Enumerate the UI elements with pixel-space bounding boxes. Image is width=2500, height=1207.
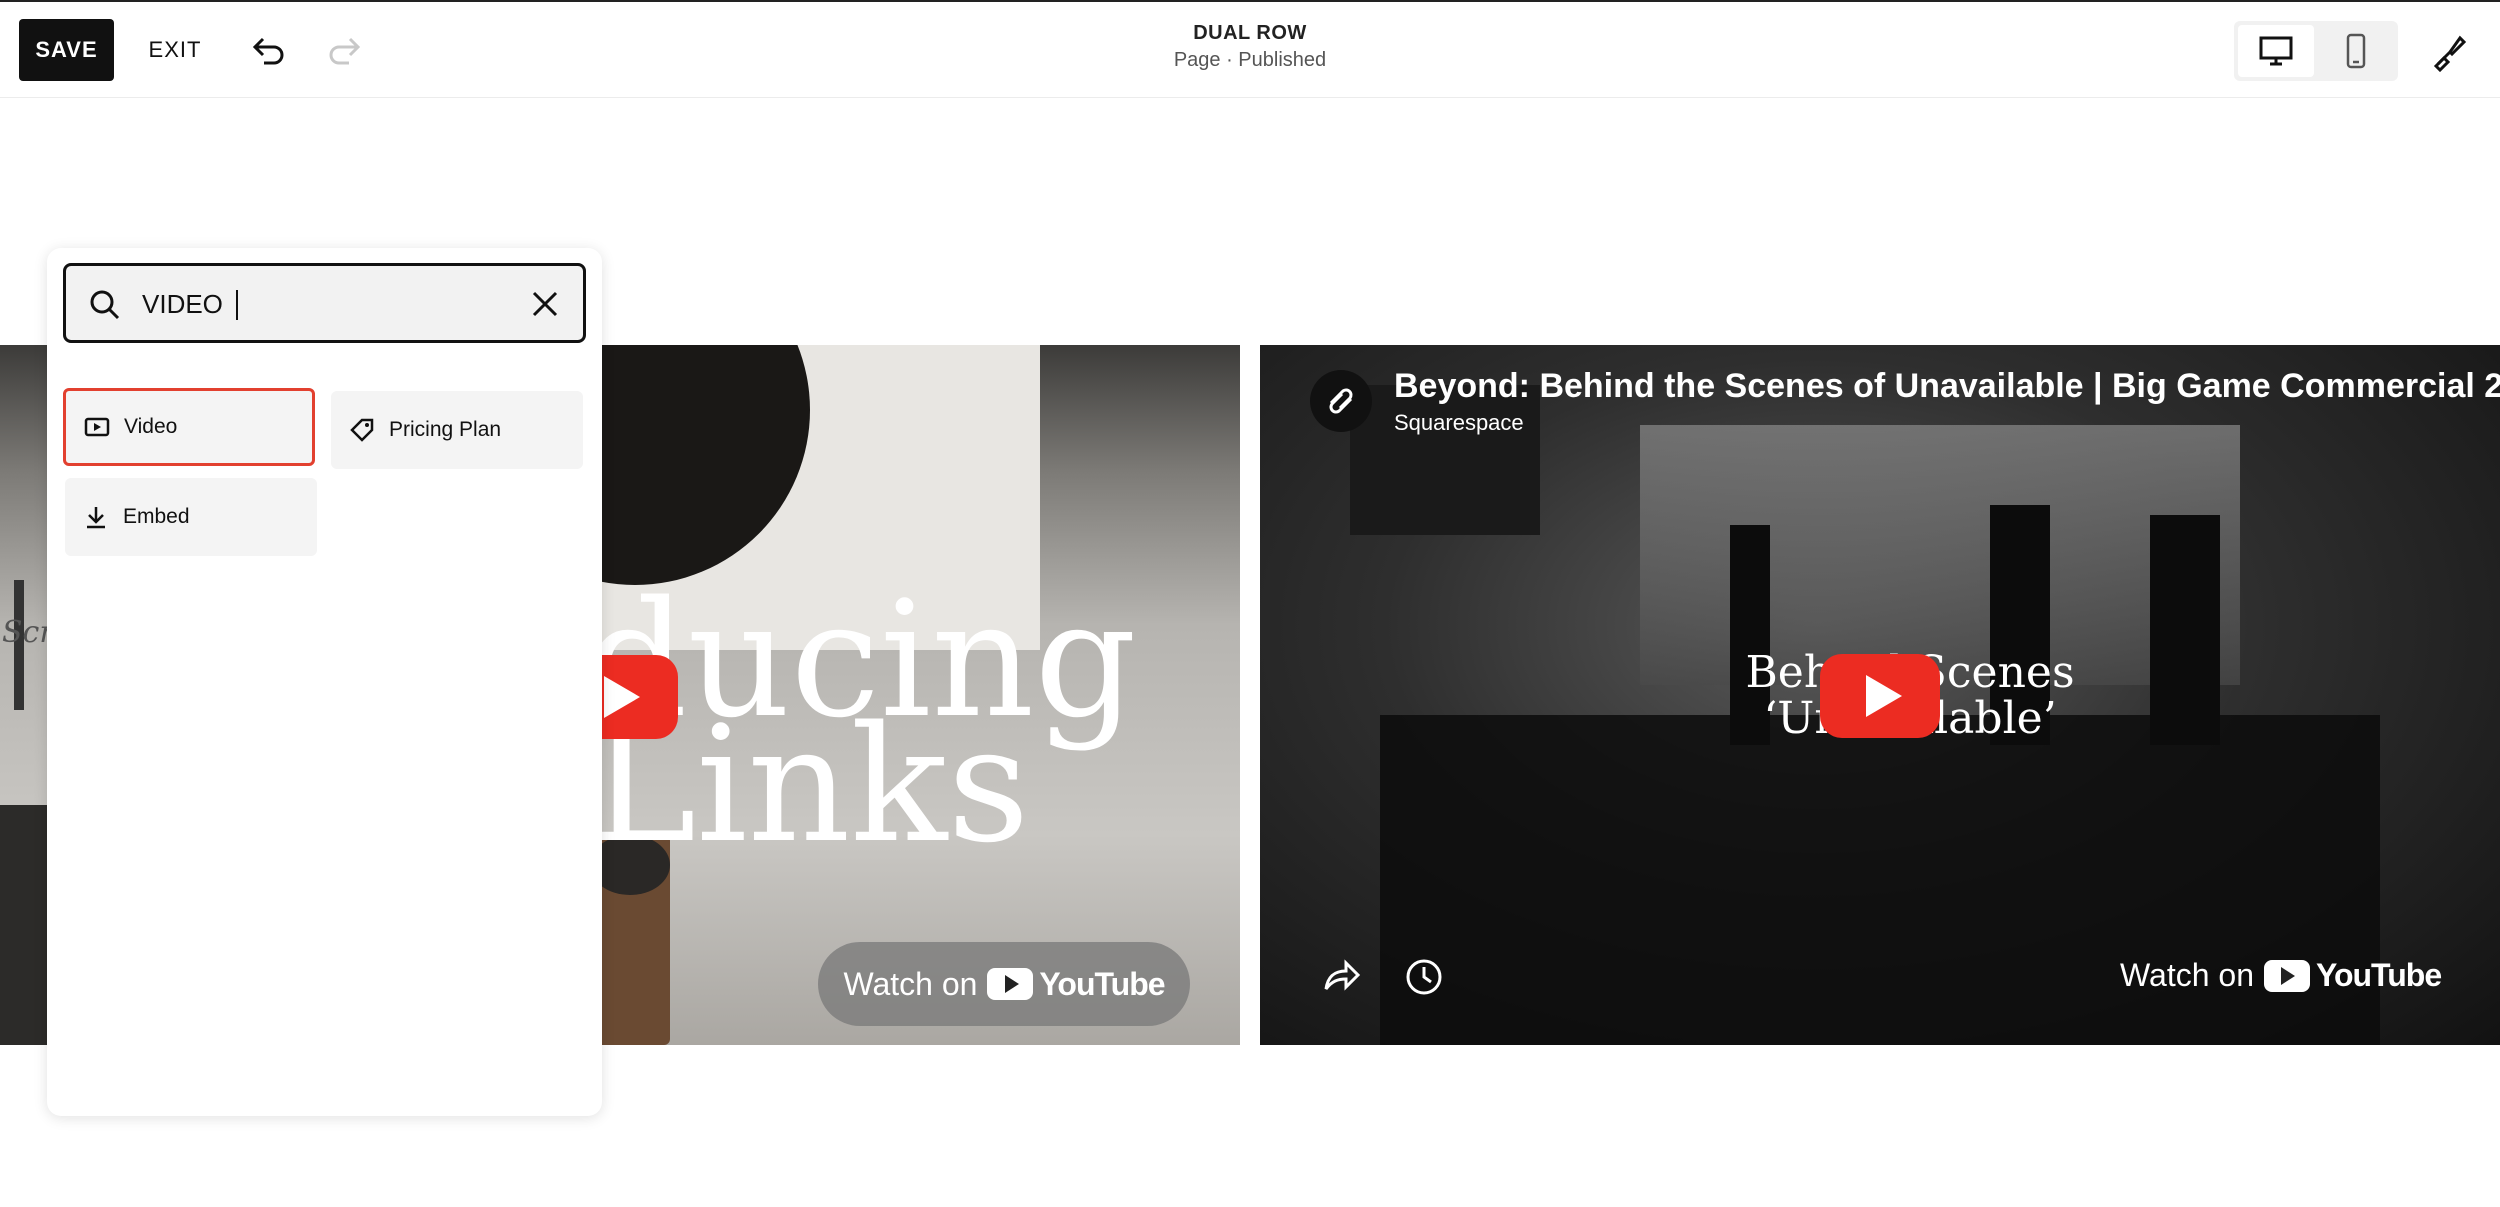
block-search-box: [63, 263, 586, 343]
tag-icon: [350, 418, 374, 442]
save-button[interactable]: SAVE: [19, 19, 114, 81]
person-silhouette-3: [2150, 515, 2220, 745]
play-icon: [1866, 675, 1902, 717]
watch-on-label: Watch on: [2120, 957, 2254, 993]
play-button[interactable]: [1820, 654, 1940, 738]
left-chair: [0, 805, 48, 1045]
exit-button[interactable]: EXIT: [140, 19, 210, 81]
redo-icon[interactable]: [321, 28, 369, 74]
youtube-wordmark: YouTube: [2315, 957, 2442, 993]
youtube-icon: [987, 968, 1034, 1000]
crew-equipment: [1380, 715, 2380, 1045]
youtube-logo: YouTube: [2263, 957, 2442, 994]
video-block-right[interactable]: Beyond: Behind the Scenes of Unavailable…: [1260, 345, 2500, 1045]
add-block-panel: Video Pricing Plan Embed: [47, 248, 602, 1116]
mobile-view-button[interactable]: [2318, 25, 2394, 77]
download-icon: [87, 507, 105, 529]
video-title[interactable]: Beyond: Behind the Scenes of Unavailable…: [1394, 367, 2500, 406]
mobile-icon: [2346, 33, 2366, 69]
youtube-icon: [2263, 959, 2310, 992]
block-option-embed[interactable]: Embed: [65, 478, 317, 556]
squarespace-logo-icon: [1329, 388, 1353, 414]
studio-light: [1350, 385, 1540, 535]
squarespace-avatar[interactable]: [1310, 370, 1372, 432]
watch-on-youtube-button[interactable]: Watch on YouTube: [2120, 957, 2442, 994]
undo-icon[interactable]: [244, 28, 292, 74]
block-option-pricing-plan[interactable]: Pricing Plan: [331, 391, 583, 469]
page-title: DUAL ROW: [1193, 22, 1307, 44]
block-option-label: Pricing Plan: [389, 418, 502, 441]
video-actions: [1322, 957, 1444, 1002]
search-icon: [88, 288, 122, 327]
video-icon: [84, 417, 110, 437]
watch-later-icon[interactable]: [1404, 957, 1444, 1002]
play-icon: [604, 676, 640, 718]
watch-on-label: Watch on: [843, 965, 978, 1002]
block-search-input[interactable]: [142, 284, 502, 324]
paintbrush-icon[interactable]: [2424, 26, 2476, 78]
block-option-video[interactable]: Video: [63, 388, 315, 466]
share-icon[interactable]: [1322, 957, 1362, 1002]
video-channel[interactable]: Squarespace: [1394, 410, 1524, 436]
desktop-view-button[interactable]: [2238, 25, 2314, 77]
page-status: Page · Published: [1173, 49, 1327, 71]
editor-toolbar: SAVE EXIT DUAL ROW Page · Published: [0, 0, 2500, 98]
device-toggle: [2234, 21, 2398, 81]
desktop-icon: [2259, 36, 2293, 66]
watch-on-youtube-button[interactable]: Watch on YouTube: [818, 942, 1190, 1026]
youtube-logo: YouTube: [987, 965, 1166, 1003]
youtube-wordmark: YouTube: [1039, 965, 1165, 1002]
close-icon[interactable]: [529, 288, 561, 325]
block-option-label: Video: [124, 415, 178, 438]
block-option-label: Embed: [123, 505, 190, 528]
text-caret: [236, 290, 238, 320]
page-title-group: DUAL ROW Page · Published: [1050, 22, 1450, 72]
